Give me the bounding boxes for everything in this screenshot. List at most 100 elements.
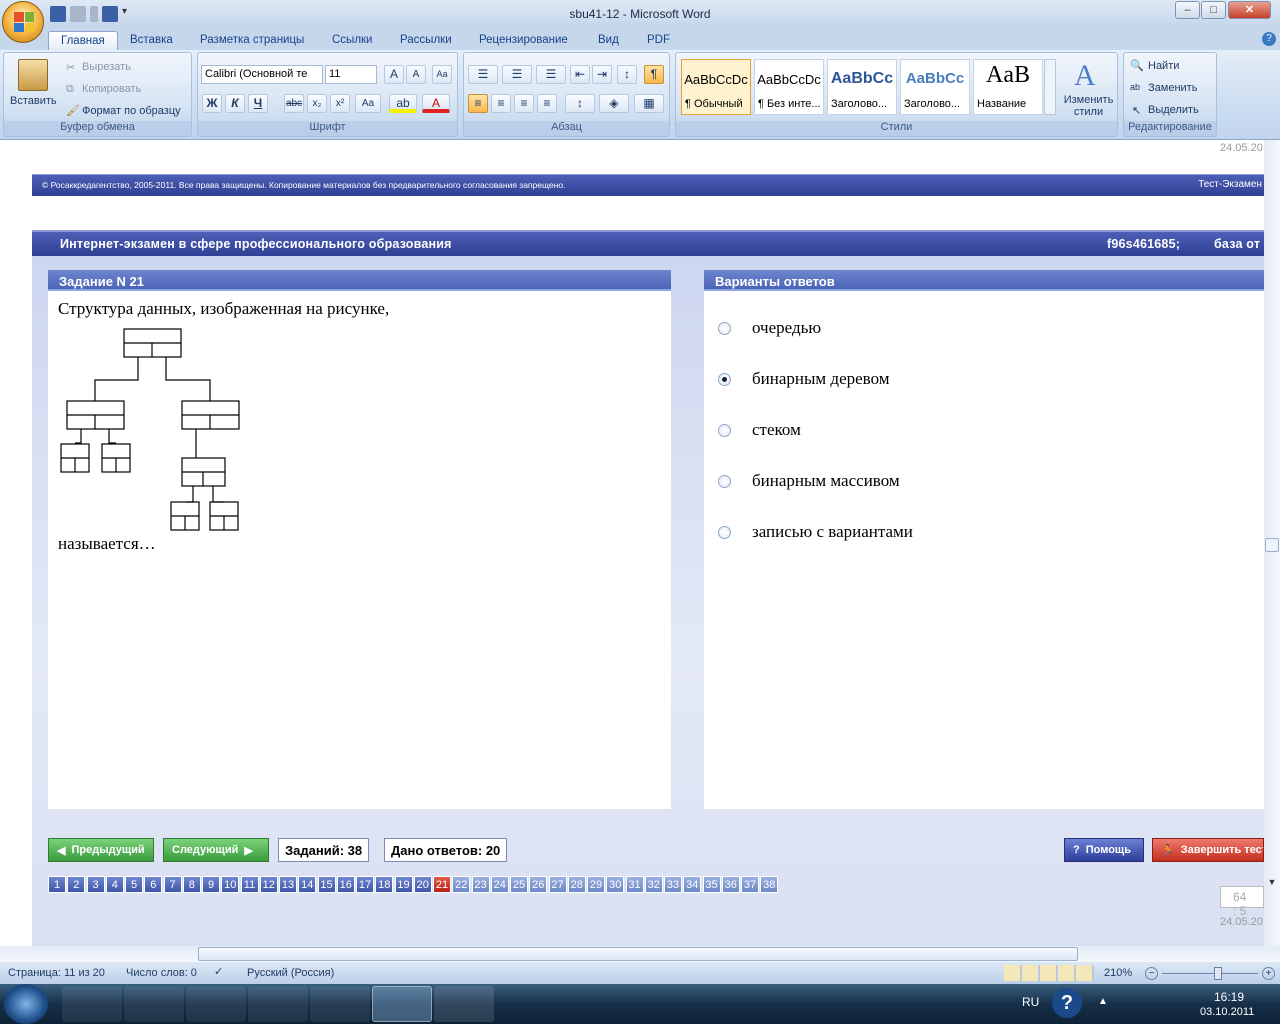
customize-qat-icon[interactable]: ▾ — [122, 6, 132, 22]
clock-time[interactable]: 16:19 — [1214, 990, 1244, 1004]
undo-icon[interactable] — [70, 6, 86, 22]
word-taskbar-icon[interactable] — [372, 986, 432, 1022]
browser-taskbar-icon[interactable] — [434, 986, 494, 1022]
tab-page-layout[interactable]: Разметка страницы — [188, 31, 316, 50]
proofing-icon[interactable]: ✓ — [214, 965, 223, 978]
office-button[interactable] — [2, 1, 44, 43]
replace-button[interactable]: Заменить — [1148, 82, 1197, 94]
format-painter-button[interactable]: Формат по образцу — [82, 105, 181, 117]
question-number-25[interactable]: 25 — [510, 876, 528, 893]
shading-icon[interactable]: ◈ — [599, 94, 629, 113]
tab-review[interactable]: Рецензирование — [467, 31, 580, 50]
find-button[interactable]: Найти — [1148, 60, 1179, 72]
change-case-icon[interactable]: Aa — [355, 94, 381, 113]
question-number-30[interactable]: 30 — [606, 876, 625, 893]
ie-icon[interactable] — [62, 986, 122, 1022]
highlight-icon[interactable]: ab — [389, 94, 417, 113]
borders-icon[interactable]: ▦ — [634, 94, 664, 113]
question-number-29[interactable]: 29 — [587, 876, 605, 893]
cut-button[interactable]: Вырезать — [82, 61, 131, 73]
italic-icon[interactable]: К — [225, 94, 245, 113]
scroll-down-icon[interactable]: ▼ — [1265, 877, 1279, 891]
sort-icon[interactable]: ↕ — [617, 65, 637, 84]
input-language[interactable]: RU — [1022, 995, 1039, 1009]
style-title[interactable]: AaB Название — [973, 59, 1043, 115]
align-center-icon[interactable]: ≡ — [491, 94, 511, 113]
select-button[interactable]: Выделить — [1148, 104, 1199, 116]
question-number-37[interactable]: 37 — [741, 876, 759, 893]
question-number-31[interactable]: 31 — [625, 876, 644, 893]
question-number-3[interactable]: 3 — [86, 876, 105, 893]
explorer-icon[interactable] — [124, 986, 184, 1022]
app-icon[interactable] — [310, 986, 370, 1022]
show-marks-icon[interactable]: ¶ — [644, 65, 664, 84]
close-button[interactable]: ✕ — [1228, 1, 1271, 19]
font-color-icon[interactable]: A — [422, 94, 450, 113]
zoom-slider[interactable] — [1162, 973, 1258, 974]
question-number-13[interactable]: 13 — [279, 876, 297, 893]
font-size-select[interactable]: 11 — [325, 65, 377, 84]
redo-icon[interactable] — [102, 6, 118, 22]
question-number-34[interactable]: 34 — [683, 876, 702, 893]
question-number-23[interactable]: 23 — [471, 876, 490, 893]
paste-button[interactable]: Вставить — [10, 95, 57, 107]
help-taskbar-icon[interactable]: ? — [1052, 988, 1082, 1018]
question-number-9[interactable]: 9 — [202, 876, 220, 893]
question-number-35[interactable]: 35 — [702, 876, 721, 893]
question-number-10[interactable]: 10 — [221, 876, 240, 893]
question-number-15[interactable]: 15 — [317, 876, 336, 893]
tab-insert[interactable]: Вставка — [118, 31, 185, 50]
underline-icon[interactable]: Ч — [248, 94, 268, 113]
vertical-scrollbar[interactable]: ▼ — [1264, 140, 1280, 946]
answer-option[interactable]: очередью — [718, 317, 821, 339]
answer-option[interactable]: бинарным массивом — [718, 470, 900, 492]
paste-icon[interactable] — [18, 59, 48, 91]
align-left-icon[interactable]: ≡ — [468, 94, 488, 113]
answer-option[interactable]: стеком — [718, 419, 801, 441]
question-number-7[interactable]: 7 — [163, 876, 182, 893]
question-number-32[interactable]: 32 — [644, 876, 663, 893]
question-number-26[interactable]: 26 — [529, 876, 548, 893]
numbering-icon[interactable]: ☰ — [502, 65, 532, 84]
language-status[interactable]: Русский (Россия) — [247, 967, 334, 979]
clock-date[interactable]: 03.10.2011 — [1200, 1006, 1254, 1018]
question-number-5[interactable]: 5 — [125, 876, 143, 893]
question-number-16[interactable]: 16 — [336, 876, 355, 893]
clear-format-icon[interactable]: Aa — [432, 65, 452, 84]
multilevel-list-icon[interactable]: ☰ — [536, 65, 566, 84]
question-number-36[interactable]: 36 — [721, 876, 740, 893]
help-button[interactable]: ? Помощь — [1064, 838, 1144, 862]
tab-home[interactable]: Главная — [48, 31, 118, 50]
question-number-17[interactable]: 17 — [356, 876, 374, 893]
decrease-indent-icon[interactable]: ⇤ — [570, 65, 590, 84]
question-number-2[interactable]: 2 — [67, 876, 86, 893]
font-name-select[interactable]: Calibri (Основной те — [201, 65, 323, 84]
justify-icon[interactable]: ≡ — [537, 94, 557, 113]
increase-indent-icon[interactable]: ⇥ — [592, 65, 612, 84]
styles-scroll[interactable] — [1044, 59, 1056, 115]
finish-button[interactable]: 🏃 Завершить тест — [1152, 838, 1264, 862]
question-number-38[interactable]: 38 — [760, 876, 779, 893]
question-number-24[interactable]: 24 — [490, 876, 509, 893]
answer-option[interactable]: бинарным деревом — [718, 368, 890, 390]
question-number-18[interactable]: 18 — [375, 876, 394, 893]
line-spacing-icon[interactable]: ↕ — [565, 94, 595, 113]
question-number-6[interactable]: 6 — [144, 876, 163, 893]
start-button[interactable] — [4, 984, 48, 1024]
bullets-icon[interactable]: ☰ — [468, 65, 498, 84]
page-status[interactable]: Страница: 11 из 20 — [8, 967, 105, 979]
radio-button[interactable] — [718, 474, 731, 488]
question-number-19[interactable]: 19 — [394, 876, 413, 893]
question-number-14[interactable]: 14 — [298, 876, 317, 893]
next-button[interactable]: Следующий ▶ — [163, 838, 269, 862]
prev-button[interactable]: ◀ Предыдущий — [48, 838, 154, 862]
tab-references[interactable]: Ссылки — [320, 31, 385, 50]
minimize-button[interactable]: – — [1175, 1, 1200, 19]
question-number-22[interactable]: 22 — [452, 876, 471, 893]
superscript-icon[interactable]: x² — [330, 94, 350, 113]
hscroll-thumb[interactable] — [198, 947, 1078, 961]
hp-icon[interactable] — [248, 986, 308, 1022]
question-number-11[interactable]: 11 — [240, 876, 259, 893]
horizontal-scrollbar[interactable] — [0, 946, 1280, 962]
undo-dropdown-icon[interactable] — [90, 6, 98, 22]
